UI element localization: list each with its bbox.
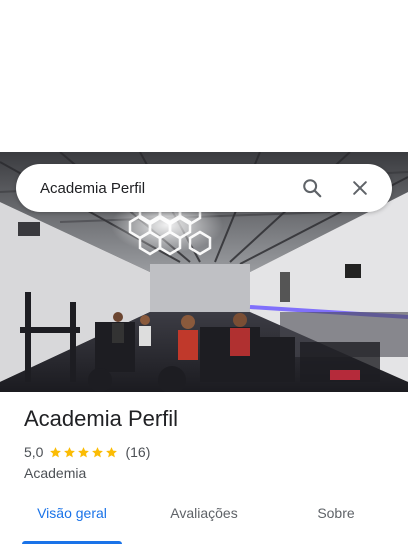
place-page: Academia Perfil Academia Perfil 5,0 (16) bbox=[0, 0, 408, 544]
rating-row[interactable]: 5,0 (16) bbox=[24, 444, 150, 460]
star-icon bbox=[50, 446, 62, 457]
star-icon bbox=[92, 446, 104, 457]
tab-label: Visão geral bbox=[37, 505, 107, 521]
tab-reviews[interactable]: Avaliações bbox=[144, 490, 264, 536]
star-icon bbox=[106, 446, 118, 457]
tab-label: Avaliações bbox=[170, 505, 238, 521]
map-area-blank bbox=[0, 0, 408, 152]
star-icon bbox=[78, 446, 90, 457]
place-title: Academia Perfil bbox=[24, 406, 179, 431]
rating-value: 5,0 bbox=[24, 444, 44, 460]
place-tabs: Visão geral Avaliações Sobre bbox=[0, 490, 408, 544]
tab-label: Sobre bbox=[317, 505, 355, 521]
place-category: Academia bbox=[24, 465, 87, 481]
tab-about[interactable]: Sobre bbox=[264, 490, 408, 536]
tab-overview[interactable]: Visão geral bbox=[0, 490, 144, 544]
search-bar[interactable]: Academia Perfil bbox=[16, 164, 392, 212]
search-icon[interactable] bbox=[294, 170, 330, 206]
star-rating bbox=[49, 446, 119, 459]
search-input[interactable]: Academia Perfil bbox=[40, 180, 294, 197]
star-icon bbox=[64, 446, 76, 457]
close-icon[interactable] bbox=[342, 170, 378, 206]
review-count[interactable]: (16) bbox=[125, 444, 150, 460]
